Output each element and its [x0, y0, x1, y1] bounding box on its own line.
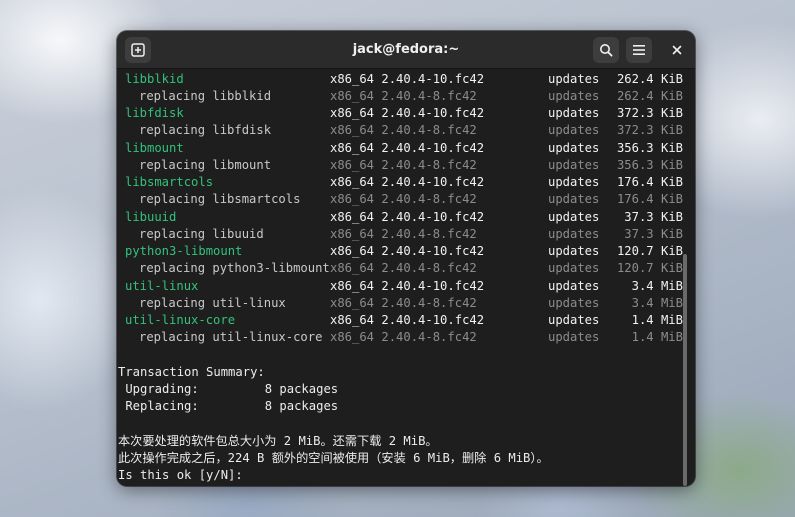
- terminal-window: jack@fedora:~ libblkid x86_64 2.40.4-10.…: [117, 31, 695, 486]
- package-name: util-linux: [125, 279, 199, 293]
- replacing-row: replacing util-linux-core x86_64 2.40.4-…: [117, 329, 683, 346]
- replacing-row: replacing util-linux x86_64 2.40.4-8.fc4…: [117, 295, 683, 312]
- summary-heading: Transaction Summary:: [118, 365, 265, 379]
- replacing-name: replacing libmount: [139, 158, 272, 172]
- terminal-output[interactable]: libblkid x86_64 2.40.4-10.fc42 updates 2…: [117, 69, 689, 486]
- replacing-size: 176.4 KiB: [616, 192, 683, 206]
- summary-replacing: Replacing: 8 packages: [118, 399, 339, 413]
- package-row: libsmartcols x86_64 2.40.4-10.fc42 updat…: [117, 174, 683, 191]
- replacing-size: 356.3 KiB: [616, 158, 683, 172]
- package-size: 372.3 KiB: [616, 106, 683, 120]
- replacing-name: replacing python3-libmount: [139, 261, 330, 275]
- package-name: python3-libmount: [125, 244, 243, 258]
- package-name: libmount: [125, 141, 184, 155]
- replacing-arch-version: x86_64 2.40.4-8.fc42: [330, 123, 477, 137]
- package-size: 120.7 KiB: [616, 244, 683, 258]
- package-arch-version: x86_64 2.40.4-10.fc42: [330, 175, 485, 189]
- package-row: python3-libmount x86_64 2.40.4-10.fc42 u…: [117, 243, 683, 260]
- menu-button[interactable]: [626, 37, 652, 63]
- replacing-size: 372.3 KiB: [616, 123, 683, 137]
- replacing-name: replacing libsmartcols: [139, 192, 301, 206]
- replacing-arch-version: x86_64 2.40.4-8.fc42: [330, 227, 477, 241]
- replacing-name: replacing libfdisk: [139, 123, 272, 137]
- replacing-row: replacing python3-libmount x86_64 2.40.4…: [117, 260, 683, 277]
- package-name: libfdisk: [125, 106, 184, 120]
- close-button[interactable]: [665, 38, 689, 62]
- package-name: libblkid: [125, 72, 184, 86]
- package-size: 3.4 MiB: [631, 279, 683, 293]
- replacing-row: replacing libsmartcols x86_64 2.40.4-8.f…: [117, 191, 683, 208]
- package-size: 37.3 KiB: [624, 210, 683, 224]
- replacing-arch-version: x86_64 2.40.4-8.fc42: [330, 330, 477, 344]
- package-row: util-linux-core x86_64 2.40.4-10.fc42 up…: [117, 312, 683, 329]
- package-name: libuuid: [125, 210, 177, 224]
- package-size: 1.4 MiB: [631, 313, 683, 327]
- package-size: 262.4 KiB: [616, 72, 683, 86]
- summary-upgrading: Upgrading: 8 packages: [118, 382, 339, 396]
- replacing-arch-version: x86_64 2.40.4-8.fc42: [330, 261, 477, 275]
- package-row: util-linux x86_64 2.40.4-10.fc42 updates…: [117, 278, 683, 295]
- package-row: libblkid x86_64 2.40.4-10.fc42 updates 2…: [117, 71, 683, 88]
- scrollbar[interactable]: [683, 254, 687, 486]
- disk-usage-message: 此次操作完成之后，224 B 额外的空间被使用（安装 6 MiB，删除 6 Mi…: [118, 451, 549, 465]
- replacing-size: 262.4 KiB: [616, 89, 683, 103]
- download-size-message: 本次要处理的软件包总大小为 2 MiB。还需下载 2 MiB。: [118, 434, 438, 448]
- replacing-row: replacing libblkid x86_64 2.40.4-8.fc42 …: [117, 88, 683, 105]
- package-size: 356.3 KiB: [616, 141, 683, 155]
- package-size: 176.4 KiB: [616, 175, 683, 189]
- replacing-arch-version: x86_64 2.40.4-8.fc42: [330, 192, 477, 206]
- package-arch-version: x86_64 2.40.4-10.fc42: [330, 210, 485, 224]
- replacing-size: 3.4 MiB: [631, 296, 683, 310]
- replacing-size: 37.3 KiB: [624, 227, 683, 241]
- new-tab-icon: [131, 43, 145, 57]
- replacing-size: 120.7 KiB: [616, 261, 683, 275]
- replacing-arch-version: x86_64 2.40.4-8.fc42: [330, 158, 477, 172]
- package-arch-version: x86_64 2.40.4-10.fc42: [330, 313, 485, 327]
- package-arch-version: x86_64 2.40.4-10.fc42: [330, 141, 485, 155]
- confirm-prompt[interactable]: Is this ok [y/N]:: [118, 467, 243, 484]
- package-row: libmount x86_64 2.40.4-10.fc42 updates 3…: [117, 140, 683, 157]
- package-row: libfdisk x86_64 2.40.4-10.fc42 updates 3…: [117, 105, 683, 122]
- search-icon: [599, 43, 613, 57]
- hamburger-menu-icon: [632, 44, 646, 56]
- replacing-name: replacing libuuid: [139, 227, 264, 241]
- package-arch-version: x86_64 2.40.4-10.fc42: [330, 106, 485, 120]
- package-arch-version: x86_64 2.40.4-10.fc42: [330, 244, 485, 258]
- replacing-name: replacing util-linux: [139, 296, 286, 310]
- replacing-row: replacing libfdisk x86_64 2.40.4-8.fc42 …: [117, 122, 683, 139]
- new-tab-button[interactable]: [125, 37, 151, 63]
- close-icon: [672, 45, 682, 55]
- replacing-name: replacing libblkid: [139, 89, 272, 103]
- package-name: util-linux-core: [125, 313, 236, 327]
- package-arch-version: x86_64 2.40.4-10.fc42: [330, 279, 485, 293]
- replacing-arch-version: x86_64 2.40.4-8.fc42: [330, 296, 477, 310]
- title-bar[interactable]: jack@fedora:~: [117, 31, 695, 69]
- replacing-arch-version: x86_64 2.40.4-8.fc42: [330, 89, 477, 103]
- search-button[interactable]: [593, 37, 619, 63]
- replacing-row: replacing libuuid x86_64 2.40.4-8.fc42 u…: [117, 226, 683, 243]
- replacing-name: replacing util-linux-core: [139, 330, 323, 344]
- replacing-row: replacing libmount x86_64 2.40.4-8.fc42 …: [117, 157, 683, 174]
- package-name: libsmartcols: [125, 175, 214, 189]
- replacing-size: 1.4 MiB: [631, 330, 683, 344]
- package-row: libuuid x86_64 2.40.4-10.fc42 updates 37…: [117, 209, 683, 226]
- package-arch-version: x86_64 2.40.4-10.fc42: [330, 72, 485, 86]
